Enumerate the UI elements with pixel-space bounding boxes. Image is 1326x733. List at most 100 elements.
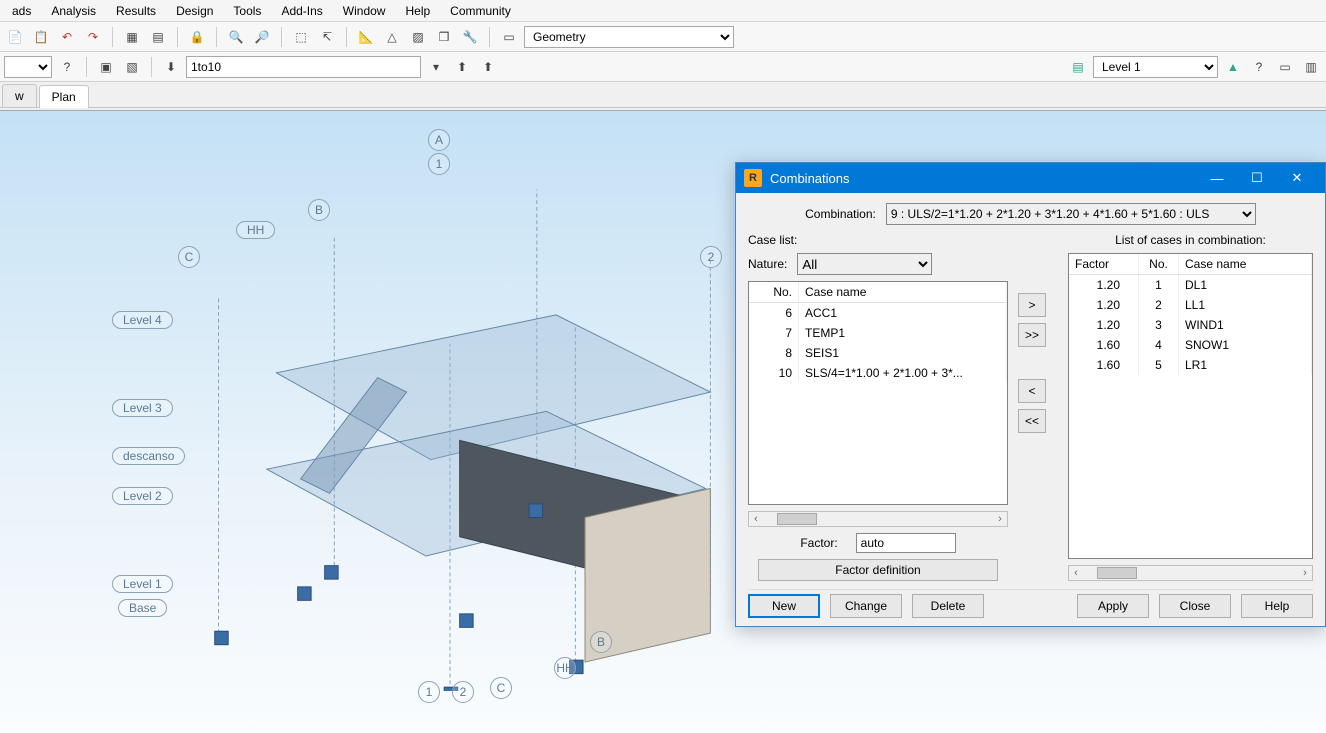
grid-label: B — [590, 631, 612, 653]
section-icon[interactable]: △ — [381, 26, 403, 48]
axis-icon[interactable]: ↸ — [316, 26, 338, 48]
level-label: Base — [118, 599, 167, 617]
analyze-icon[interactable]: ▨ — [407, 26, 429, 48]
menu-design[interactable]: Design — [166, 2, 223, 20]
nature-select[interactable]: All — [797, 253, 932, 275]
stack-icon[interactable]: ▧ — [121, 56, 143, 78]
apply-button[interactable]: Apply — [1077, 594, 1149, 618]
level-label: Level 3 — [112, 399, 173, 417]
combination-select[interactable]: 9 : ULS/2=1*1.20 + 2*1.20 + 3*1.20 + 4*1… — [886, 203, 1256, 225]
list-item[interactable]: 8SEIS1 — [749, 343, 1007, 363]
level-label: Level 4 — [112, 311, 173, 329]
add-button[interactable]: > — [1018, 293, 1046, 317]
tab-view[interactable]: w — [2, 84, 37, 107]
grid-label: B — [308, 199, 330, 221]
factor-definition-button[interactable]: Factor definition — [758, 559, 998, 581]
new-button[interactable]: New — [748, 594, 820, 618]
selection-type-combo[interactable] — [4, 56, 52, 78]
menu-window[interactable]: Window — [333, 2, 396, 20]
factor-input[interactable] — [856, 533, 956, 553]
change-button[interactable]: Change — [830, 594, 902, 618]
select-icon[interactable]: ⬚ — [290, 26, 312, 48]
wrench-icon[interactable]: 🔧 — [459, 26, 481, 48]
story-up-icon[interactable]: ▲ — [1222, 56, 1244, 78]
col-factor: Factor — [1069, 254, 1139, 274]
list-item[interactable]: 7TEMP1 — [749, 323, 1007, 343]
remove-button[interactable]: < — [1018, 379, 1046, 403]
maximize-icon[interactable]: ☐ — [1237, 163, 1277, 193]
story-help-icon[interactable]: ? — [1248, 56, 1270, 78]
menu-tools[interactable]: Tools — [223, 2, 271, 20]
remove-all-button[interactable]: << — [1018, 409, 1046, 433]
paste-icon[interactable]: 📋 — [30, 26, 52, 48]
zoom-region-icon[interactable]: 🔎 — [251, 26, 273, 48]
list-item[interactable]: 10SLS/4=1*1.00 + 2*1.00 + 3*... — [749, 363, 1007, 383]
toolbar-main: 📄 📋 ↶ ↷ ▦ ▤ 🔒 🔍 🔎 ⬚ ↸ 📐 △ ▨ ❒ 🔧 ▭ Geomet… — [0, 22, 1326, 52]
dialog-title: Combinations — [770, 171, 850, 186]
layout-combo[interactable]: Geometry — [524, 26, 734, 48]
col-no: No. — [1139, 254, 1179, 274]
layers-icon[interactable]: ▭ — [498, 26, 520, 48]
window-icon[interactable]: ▣ — [95, 56, 117, 78]
menu-analysis[interactable]: Analysis — [41, 2, 106, 20]
combination-list[interactable]: Factor No. Case name 1.201DL1 1.202LL1 1… — [1068, 253, 1313, 559]
lock-icon[interactable]: 🔒 — [186, 26, 208, 48]
list-item[interactable]: 6ACC1 — [749, 303, 1007, 323]
minimize-icon[interactable]: — — [1197, 163, 1237, 193]
col-no: No. — [749, 282, 799, 302]
help-small-icon[interactable]: ? — [56, 56, 78, 78]
h-scrollbar[interactable]: ‹› — [748, 511, 1008, 527]
view-tabs: w Plan — [0, 82, 1326, 108]
menu-addins[interactable]: Add-Ins — [271, 2, 332, 20]
new-icon[interactable]: 📄 — [4, 26, 26, 48]
tab-plan[interactable]: Plan — [39, 85, 89, 108]
combinations-dialog: R Combinations — ☐ ✕ Combination: 9 : UL… — [735, 162, 1326, 627]
menu-results[interactable]: Results — [106, 2, 166, 20]
zoom-icon[interactable]: 🔍 — [225, 26, 247, 48]
menu-loads[interactable]: ads — [2, 2, 41, 20]
comb-list-label: List of cases in combination: — [1068, 233, 1313, 247]
grid-icon[interactable]: ▤ — [147, 26, 169, 48]
calendar-icon[interactable]: ▦ — [121, 26, 143, 48]
delete-button[interactable]: Delete — [912, 594, 984, 618]
level-label: descanso — [112, 447, 185, 465]
cube-icon[interactable]: ❒ — [433, 26, 455, 48]
view-icon[interactable]: ▭ — [1274, 56, 1296, 78]
list-item[interactable]: 1.605LR1 — [1069, 355, 1312, 375]
case-list[interactable]: No. Case name 6ACC1 7TEMP1 8SEIS1 10SLS/… — [748, 281, 1008, 505]
redo-icon[interactable]: ↷ — [82, 26, 104, 48]
factor-label: Factor: — [800, 536, 837, 550]
apply-load2-icon[interactable]: ⬆ — [477, 56, 499, 78]
view2-icon[interactable]: ▥ — [1300, 56, 1322, 78]
toolbar-selection: ? ▣ ▧ ⬇ ▾ ⬆ ⬆ ▤ Level 1 ▲ ? ▭ ▥ — [0, 52, 1326, 82]
h-scrollbar[interactable]: ‹› — [1068, 565, 1313, 581]
down-icon[interactable]: ▾ — [425, 56, 447, 78]
col-name: Case name — [799, 282, 1007, 302]
menu-help[interactable]: Help — [395, 2, 440, 20]
list-item[interactable]: 1.201DL1 — [1069, 275, 1312, 295]
dialog-titlebar[interactable]: R Combinations — ☐ ✕ — [736, 163, 1325, 193]
load-icon[interactable]: ⬇ — [160, 56, 182, 78]
grid-label: C — [178, 246, 200, 268]
level-label: Level 1 — [112, 575, 173, 593]
grid-label: 2 — [700, 246, 722, 268]
apply-load-icon[interactable]: ⬆ — [451, 56, 473, 78]
selection-input[interactable] — [186, 56, 421, 78]
close-icon[interactable]: ✕ — [1277, 163, 1317, 193]
undo-icon[interactable]: ↶ — [56, 26, 78, 48]
list-item[interactable]: 1.604SNOW1 — [1069, 335, 1312, 355]
grid-label: C — [490, 677, 512, 699]
add-all-button[interactable]: >> — [1018, 323, 1046, 347]
level-combo[interactable]: Level 1 — [1093, 56, 1218, 78]
menu-community[interactable]: Community — [440, 2, 521, 20]
list-item[interactable]: 1.202LL1 — [1069, 295, 1312, 315]
close-button[interactable]: Close — [1159, 594, 1231, 618]
measure-icon[interactable]: 📐 — [355, 26, 377, 48]
list-item[interactable]: 1.203WIND1 — [1069, 315, 1312, 335]
grid-label: A — [428, 129, 450, 151]
grid-label: 1 — [428, 153, 450, 175]
menu-bar: ads Analysis Results Design Tools Add-In… — [0, 0, 1326, 22]
grid-label: HH — [554, 657, 576, 679]
story-icon[interactable]: ▤ — [1067, 56, 1089, 78]
help-button[interactable]: Help — [1241, 594, 1313, 618]
